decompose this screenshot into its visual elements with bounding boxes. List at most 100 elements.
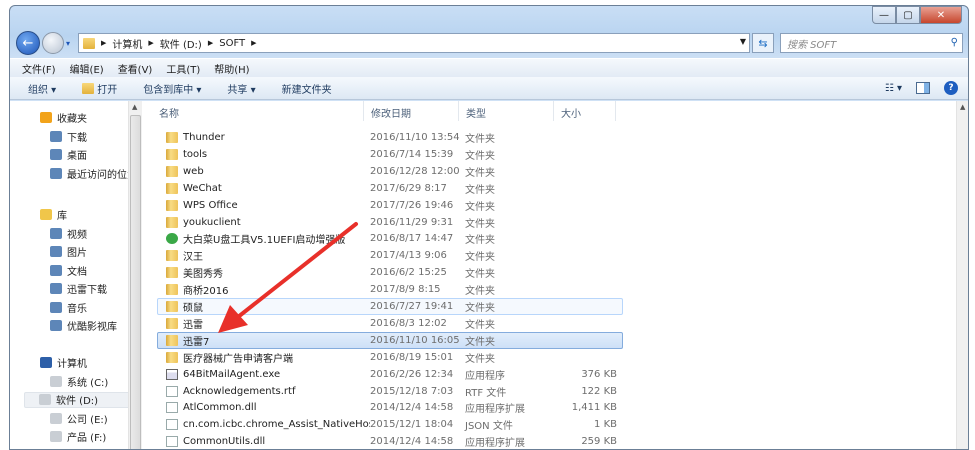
sidebar-item-libraries-0[interactable]: 视频: [50, 225, 87, 241]
sidebar-item-libraries-2[interactable]: 文档: [50, 262, 87, 278]
file-row[interactable]: 大白菜U盘工具V5.1UEFI启动增强版 2016/8/17 14:47 文件夹: [157, 230, 623, 247]
file-row[interactable]: youkuclient 2016/11/29 9:31 文件夹: [157, 214, 623, 231]
file-date: 2016/6/2 15:25: [370, 267, 447, 279]
library-icon: [50, 320, 62, 331]
breadcrumb-drive-d[interactable]: 软件 (D:): [160, 36, 202, 51]
open-button[interactable]: 打开: [82, 81, 117, 96]
menu-file[interactable]: 文件(F): [22, 61, 56, 76]
organize-button[interactable]: 组织 ▾: [28, 81, 56, 96]
sidebar-group-libraries[interactable]: 库: [40, 206, 67, 222]
sidebar-item-libraries-5[interactable]: 优酷影视库: [50, 318, 117, 334]
library-icon: [50, 283, 62, 294]
file-list-scrollbar[interactable]: ▲: [956, 101, 968, 449]
file-row[interactable]: Acknowledgements.rtf 2015/12/18 7:03 RTF…: [157, 383, 623, 400]
file-row[interactable]: 迅雷 2016/8/3 12:02 文件夹: [157, 315, 623, 332]
file-type: 文件夹: [465, 303, 495, 314]
chevron-right-icon[interactable]: ▶: [251, 39, 256, 47]
back-button[interactable]: ←: [16, 31, 40, 55]
file-name: 迅雷7: [183, 336, 210, 348]
share-button[interactable]: 共享 ▾: [227, 81, 255, 96]
sidebar-item-libraries-3[interactable]: 迅雷下载: [50, 281, 107, 297]
file-row[interactable]: 64BitMailAgent.exe 2016/2/26 12:34 应用程序 …: [157, 366, 623, 383]
scroll-up-icon[interactable]: ▲: [132, 103, 137, 111]
recent-pages-dropdown[interactable]: ▾: [66, 39, 70, 48]
content-area: 收藏夹下载桌面最近访问的位置库视频图片文档迅雷下载音乐优酷影视库计算机系统 (C…: [10, 101, 968, 450]
drive-icon: [50, 375, 62, 387]
sidebar-item-libraries-4[interactable]: 音乐: [50, 299, 87, 315]
sidebar-group-favorites[interactable]: 收藏夹: [40, 109, 87, 125]
refresh-button[interactable]: ⇆: [752, 33, 774, 53]
help-icon[interactable]: ?: [944, 81, 958, 95]
library-icon: [50, 149, 62, 160]
sidebar-item-computer-2[interactable]: 公司 (E:): [50, 410, 108, 426]
menu-view[interactable]: 查看(V): [118, 61, 153, 76]
column-date[interactable]: 修改日期: [364, 101, 459, 121]
file-row[interactable]: Thunder 2016/11/10 13:54 文件夹: [157, 129, 623, 146]
navigation-pane: 收藏夹下载桌面最近访问的位置库视频图片文档迅雷下载音乐优酷影视库计算机系统 (C…: [10, 101, 137, 449]
column-type[interactable]: 类型: [459, 101, 554, 121]
file-row[interactable]: web 2016/12/28 12:00 文件夹: [157, 163, 623, 180]
file-row[interactable]: tools 2016/7/14 15:39 文件夹: [157, 146, 623, 163]
sidebar-item-computer-1[interactable]: 软件 (D:): [24, 391, 134, 408]
file-type: 文件夹: [465, 134, 495, 145]
sidebar-item-libraries-1[interactable]: 图片: [50, 244, 87, 260]
file-row[interactable]: 迅雷7 2016/11/10 16:05 文件夹: [157, 331, 623, 349]
file-row[interactable]: 美图秀秀 2016/6/2 15:25 文件夹: [157, 264, 623, 281]
minimize-button[interactable]: —: [872, 6, 896, 24]
file-row[interactable]: CommonUtils.dll 2014/12/4 14:58 应用程序扩展 2…: [157, 433, 623, 450]
search-icon[interactable]: ⚲: [951, 37, 958, 48]
sidebar-item-favorites-0[interactable]: 下载: [50, 128, 87, 144]
sidebar-item-computer-3[interactable]: 产品 (F:): [50, 429, 106, 445]
chevron-right-icon[interactable]: ▶: [148, 39, 153, 47]
file-row[interactable]: WeChat 2017/6/29 8:17 文件夹: [157, 180, 623, 197]
include-in-library-button[interactable]: 包含到库中 ▾: [143, 81, 201, 96]
file-type: 应用程序扩展: [465, 438, 525, 450]
menu-help[interactable]: 帮助(H): [214, 61, 249, 76]
maximize-button[interactable]: ▢: [896, 6, 920, 24]
sidebar-item-favorites-2[interactable]: 最近访问的位置: [50, 165, 137, 181]
file-type: 文件夹: [465, 269, 495, 281]
sidebar-group-computer[interactable]: 计算机: [40, 354, 87, 370]
file-name: 迅雷: [183, 319, 203, 331]
file-name: cn.com.icbc.chrome_Assist_NativeHos...: [183, 419, 370, 431]
sidebar-item-favorites-1[interactable]: 桌面: [50, 147, 87, 163]
folder-icon: [166, 132, 178, 143]
sidebar-item-label: 软件 (D:): [56, 396, 99, 407]
sidebar-group-label: 收藏夹: [57, 113, 87, 125]
file-row[interactable]: AtlCommon.dll 2014/12/4 14:58 应用程序扩展 1,4…: [157, 399, 623, 416]
file-row[interactable]: 商桥2016 2017/8/9 8:15 文件夹: [157, 281, 623, 298]
address-bar[interactable]: ▶ 计算机 ▶ 软件 (D:) ▶ SOFT ▶ ▼: [78, 33, 750, 53]
column-size[interactable]: 大小: [554, 101, 616, 121]
file-row[interactable]: WPS Office 2017/7/26 19:46 文件夹: [157, 197, 623, 214]
file-name: youkuclient: [183, 216, 241, 228]
breadcrumb-soft[interactable]: SOFT: [219, 38, 245, 49]
forward-button[interactable]: [42, 32, 64, 54]
search-input[interactable]: 搜索 SOFT ⚲: [780, 33, 963, 53]
file-date: 2016/11/10 16:05: [370, 334, 460, 346]
breadcrumb-computer[interactable]: 计算机: [112, 36, 142, 51]
file-row[interactable]: 医疗器械广告申请客户端 2016/8/19 15:01 文件夹: [157, 349, 623, 366]
chevron-down-icon[interactable]: ▼: [740, 37, 746, 46]
column-headers: 名称 修改日期 类型 大小: [152, 101, 956, 121]
chevron-right-icon[interactable]: ▶: [208, 39, 213, 47]
menu-edit[interactable]: 编辑(E): [70, 61, 104, 76]
view-options-button[interactable]: ☷ ▾: [885, 83, 902, 94]
preview-pane-icon[interactable]: [916, 82, 930, 94]
file-row[interactable]: 汉王 2017/4/13 9:06 文件夹: [157, 247, 623, 264]
column-name[interactable]: 名称: [152, 101, 364, 121]
file-row[interactable]: 硕鼠 2016/7/27 19:41 文件夹: [157, 298, 623, 315]
folder-icon: [166, 284, 178, 296]
file-row[interactable]: cn.com.icbc.chrome_Assist_NativeHos... 2…: [157, 416, 623, 433]
folder-icon: [166, 250, 178, 262]
scrollbar-thumb[interactable]: [130, 115, 141, 449]
sidebar-item-computer-0[interactable]: 系统 (C:): [50, 373, 108, 389]
menu-tools[interactable]: 工具(T): [166, 61, 200, 76]
new-folder-button[interactable]: 新建文件夹: [282, 81, 332, 96]
explorer-window: — ▢ ✕ ← ▾ ▶ 计算机 ▶ 软件 (D:) ▶ SOFT ▶ ▼ ⇆ 搜…: [9, 5, 969, 450]
library-icon: [50, 264, 62, 276]
file-type: 文件夹: [465, 184, 495, 196]
navigation-pane-scrollbar[interactable]: ▲: [128, 101, 142, 449]
scroll-up-icon[interactable]: ▲: [960, 103, 965, 111]
close-button[interactable]: ✕: [920, 6, 962, 24]
chevron-right-icon[interactable]: ▶: [101, 39, 106, 47]
